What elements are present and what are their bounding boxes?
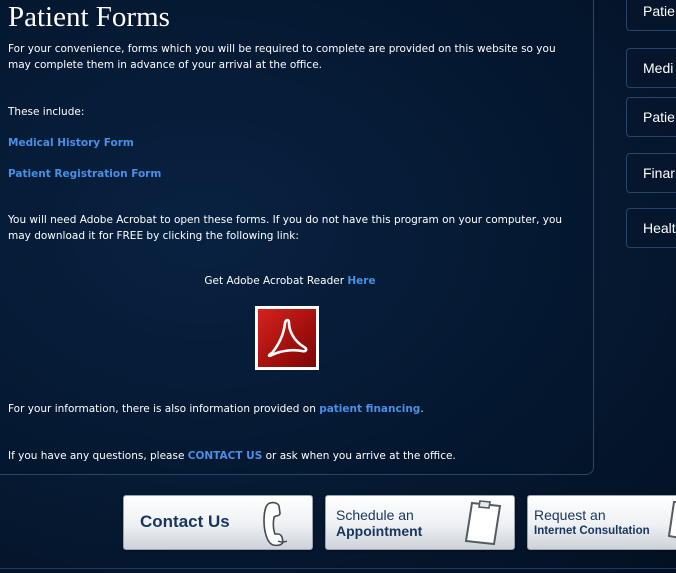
financing-prefix: For your information, there is also info… [8,403,320,415]
medical-history-form-link[interactable]: Medical History Form [8,137,134,149]
contact-prefix: If you have any questions, please [8,450,188,462]
financing-line: For your information, there is also info… [8,401,424,417]
sidebar-item-medical[interactable]: Medi [626,48,676,88]
acrobat-note: You will need Adobe Acrobat to open thes… [8,214,563,242]
patient-financing-link[interactable]: patient financing [319,403,420,415]
phone-icon [263,501,288,547]
request-line1: Request an [534,507,606,523]
request-consultation-button[interactable]: Request an Internet Consultation [527,495,676,550]
clipboard-icon-partial [667,501,676,539]
sidebar-item-patient-info[interactable]: Patie [626,0,676,31]
page-title: Patient Forms [8,1,170,33]
contact-us-label: Contact Us [140,512,230,531]
adobe-pdf-icon[interactable] [255,306,319,370]
includes-label: These include: [8,106,85,118]
acrobat-prefix: Get Adobe Acrobat Reader [204,275,348,287]
acrobat-download-line: Get Adobe Acrobat Reader Here [0,275,580,287]
sidebar-item-financing[interactable]: Finar [626,153,676,193]
patient-registration-form-link[interactable]: Patient Registration Form [8,168,161,180]
contact-us-link[interactable]: CONTACT US [188,450,263,462]
contact-line: If you have any questions, please CONTAC… [8,448,456,464]
schedule-appointment-button[interactable]: Schedule an Appointment [325,495,515,550]
contact-us-button[interactable]: Contact Us [123,495,313,550]
intro-text: For your convenience, forms which you wi… [8,43,556,71]
schedule-line1: Schedule an [336,507,414,523]
sidebar-item-health[interactable]: Healt [626,208,676,248]
schedule-line2: Appointment [336,523,423,539]
request-line2: Internet Consultation [534,525,650,537]
sidebar-item-patient-forms[interactable]: Patie [626,97,676,137]
financing-suffix: . [420,403,424,415]
acrobat-here-link[interactable]: Here [347,275,375,287]
contact-suffix: or ask when you arrive at the office. [262,450,456,462]
footer-divider [0,568,676,569]
clipboard-icon [464,500,502,546]
